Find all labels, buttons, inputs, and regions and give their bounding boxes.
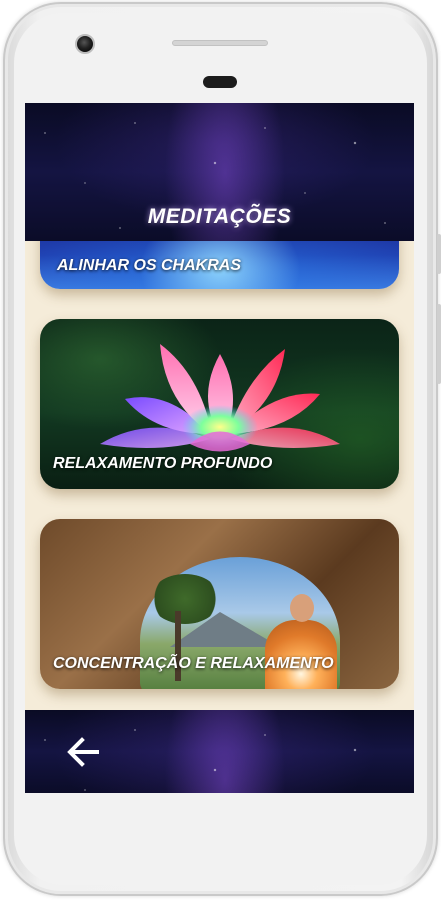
meditation-card-label: RELAXAMENTO PROFUNDO: [53, 455, 273, 472]
meditating-person-image: [265, 594, 337, 689]
proximity-sensor: [203, 76, 237, 88]
power-button: [437, 304, 441, 384]
meditation-card-label: ALINHAR OS CHAKRAS: [57, 257, 241, 274]
front-camera-icon: [75, 34, 95, 54]
tree-image: [150, 574, 220, 624]
meditation-card-relaxamento-profundo[interactable]: RELAXAMENTO PROFUNDO: [40, 319, 399, 489]
page-title: MEDITAÇÕES: [147, 205, 292, 228]
meditation-card-concentracao[interactable]: CONCENTRAÇÃO E RELAXAMENTO: [40, 519, 399, 689]
arrow-left-icon: [67, 737, 99, 767]
bottom-bar: [25, 710, 414, 793]
monk-head: [290, 594, 314, 622]
app-header: MEDITAÇÕES: [25, 103, 414, 241]
meditation-card-label: CONCENTRAÇÃO E RELAXAMENTO: [53, 655, 334, 672]
earpiece-speaker: [172, 40, 268, 46]
back-button[interactable]: [63, 732, 103, 772]
volume-button: [437, 234, 441, 274]
app-screen: ALINHAR OS CHAKRAS RELAXAMENTO PROFUNDO …: [25, 103, 414, 793]
